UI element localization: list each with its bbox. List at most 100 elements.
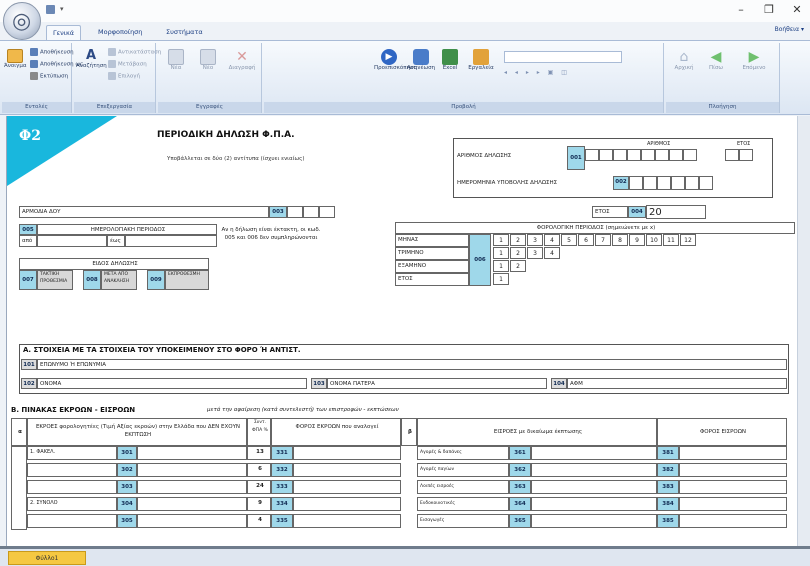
year-value[interactable]: 20 [646, 205, 706, 219]
view-combo[interactable] [504, 51, 622, 63]
decl-number-cell[interactable] [599, 149, 613, 161]
decl-type-amended[interactable]: ΜΕΤΑ ΑΠΟ ΑΝΑΚΛΗΣΗ [101, 270, 137, 290]
maximize-button[interactable]: ❐ [758, 3, 780, 17]
quarter-box[interactable]: 2 [510, 247, 526, 259]
doy-cell[interactable] [287, 206, 303, 218]
father-name-field[interactable]: ΟΝΟΜΑ ΠΑΤΕΡΑ [327, 378, 547, 389]
back-button[interactable]: ◀ Πίσω [702, 49, 730, 71]
refresh-button[interactable]: Ανανέωση [406, 49, 436, 71]
qat-dropdown-icon[interactable]: ▾ [60, 5, 64, 13]
vat-output-input[interactable] [293, 497, 401, 511]
select-button[interactable]: Επιλογή [108, 72, 140, 80]
period-from-input[interactable] [37, 235, 107, 247]
outflow-input[interactable] [137, 480, 247, 494]
date-cell[interactable] [699, 176, 713, 190]
period-to-input[interactable] [125, 235, 217, 247]
vat-output-input[interactable] [293, 463, 401, 477]
vat-input-input[interactable] [679, 463, 787, 477]
vat-output-input[interactable] [293, 480, 401, 494]
vat-output-input[interactable] [293, 446, 401, 460]
help-menu[interactable]: Βοήθεια ▾ [775, 26, 804, 33]
semester-box[interactable]: 2 [510, 260, 526, 272]
decl-number-cell[interactable] [627, 149, 641, 161]
close-button[interactable]: ✕ [786, 3, 808, 17]
decl-number-cell[interactable] [683, 149, 697, 161]
decl-year-cell[interactable] [725, 149, 739, 161]
vat-input-input[interactable] [679, 497, 787, 511]
delete-button[interactable]: ✕ Διαγραφή [226, 49, 258, 71]
decl-number-cell[interactable] [669, 149, 683, 161]
outflow-input[interactable] [137, 514, 247, 528]
outflow-input[interactable] [137, 446, 247, 460]
month-box[interactable]: 12 [680, 234, 696, 246]
doy-cell[interactable] [303, 206, 319, 218]
sheet-tab[interactable]: Φύλλο1 [8, 551, 86, 565]
outflow-input[interactable] [137, 497, 247, 511]
decl-type-regular[interactable]: ΤΑΚΤΙΚΗ ΠΡΟΘΕΣΜΙΑ [37, 270, 73, 290]
save-button[interactable]: Αποθήκευση [30, 48, 74, 56]
inflow-input[interactable] [531, 497, 657, 511]
decl-number-cell[interactable] [585, 149, 599, 161]
month-box[interactable]: 4 [544, 234, 560, 246]
open-button[interactable]: Άνοιγμα [4, 49, 27, 69]
month-box[interactable]: 9 [629, 234, 645, 246]
month-box[interactable]: 10 [646, 234, 662, 246]
semester-box[interactable]: 1 [493, 260, 509, 272]
vertical-scrollbar[interactable] [797, 116, 810, 546]
month-box[interactable]: 6 [578, 234, 594, 246]
afm-field[interactable]: ΑΦΜ [567, 378, 787, 389]
print-button[interactable]: Εκτύπωση [30, 72, 68, 80]
quarter-box[interactable]: 4 [544, 247, 560, 259]
tab-general[interactable]: Γενικά [46, 25, 82, 40]
new-record-button[interactable]: Νέα [162, 49, 190, 71]
decl-number-cell[interactable] [655, 149, 669, 161]
decl-number-cell[interactable] [613, 149, 627, 161]
tools-button[interactable]: Εργαλεία [466, 49, 496, 71]
preview-button[interactable]: ▶ Προεπισκόπηση [374, 49, 417, 71]
month-box[interactable]: 5 [561, 234, 577, 246]
month-box[interactable]: 7 [595, 234, 611, 246]
minimize-button[interactable]: – [730, 3, 752, 17]
inflow-input[interactable] [531, 480, 657, 494]
date-cell[interactable] [643, 176, 657, 190]
year-box[interactable]: 1 [493, 273, 509, 285]
decl-number-cell[interactable] [641, 149, 655, 161]
surname-field[interactable]: ΕΠΩΝΥΜΟ Ή ΕΠΩΝΥΜΙΑ [37, 359, 787, 370]
quarter-box[interactable]: 1 [493, 247, 509, 259]
home-button[interactable]: ⌂ Αρχική [670, 49, 698, 71]
outflow-input[interactable] [137, 463, 247, 477]
inflow-input[interactable] [531, 463, 657, 477]
quarter-box[interactable]: 3 [527, 247, 543, 259]
inflow-input[interactable] [531, 446, 657, 460]
doy-cell[interactable] [319, 206, 335, 218]
vat-input-input[interactable] [679, 446, 787, 460]
decl-type-late[interactable]: ΕΚΠΡΟΘΕΣΜΗ [165, 270, 209, 290]
quick-access-toolbar[interactable]: ▾ [46, 4, 76, 16]
date-cell[interactable] [657, 176, 671, 190]
vat-output-input[interactable] [293, 514, 401, 528]
view-nav-icons[interactable]: ◂ ◂ ▸ ▸ ▣ ◫ [504, 69, 622, 79]
find-button[interactable]: A Αναζήτηση [76, 49, 107, 70]
new-button[interactable]: Νέο [194, 49, 222, 71]
replace-button[interactable]: Αντικατάσταση [108, 48, 161, 56]
month-box[interactable]: 2 [510, 234, 526, 246]
first-name-field[interactable]: ΟΝΟΜΑ [37, 378, 307, 389]
vat-input-input[interactable] [679, 514, 787, 528]
date-cell[interactable] [671, 176, 685, 190]
decl-year-cell[interactable] [739, 149, 753, 161]
month-box[interactable]: 3 [527, 234, 543, 246]
save-icon[interactable] [46, 5, 55, 14]
date-cell[interactable] [629, 176, 643, 190]
application-menu-button[interactable]: ◎ [3, 2, 41, 40]
next-button[interactable]: ▶ Επόμενο [736, 49, 772, 71]
tab-formatting[interactable]: Μορφοποίηση [92, 25, 148, 40]
goto-button[interactable]: Μετάβαση [108, 60, 147, 68]
vat-input-input[interactable] [679, 480, 787, 494]
month-box[interactable]: 8 [612, 234, 628, 246]
inflow-input[interactable] [531, 514, 657, 528]
month-box[interactable]: 1 [493, 234, 509, 246]
excel-button[interactable]: Excel [438, 49, 462, 71]
date-cell[interactable] [685, 176, 699, 190]
tab-systems[interactable]: Συστήματα [160, 25, 209, 40]
month-box[interactable]: 11 [663, 234, 679, 246]
